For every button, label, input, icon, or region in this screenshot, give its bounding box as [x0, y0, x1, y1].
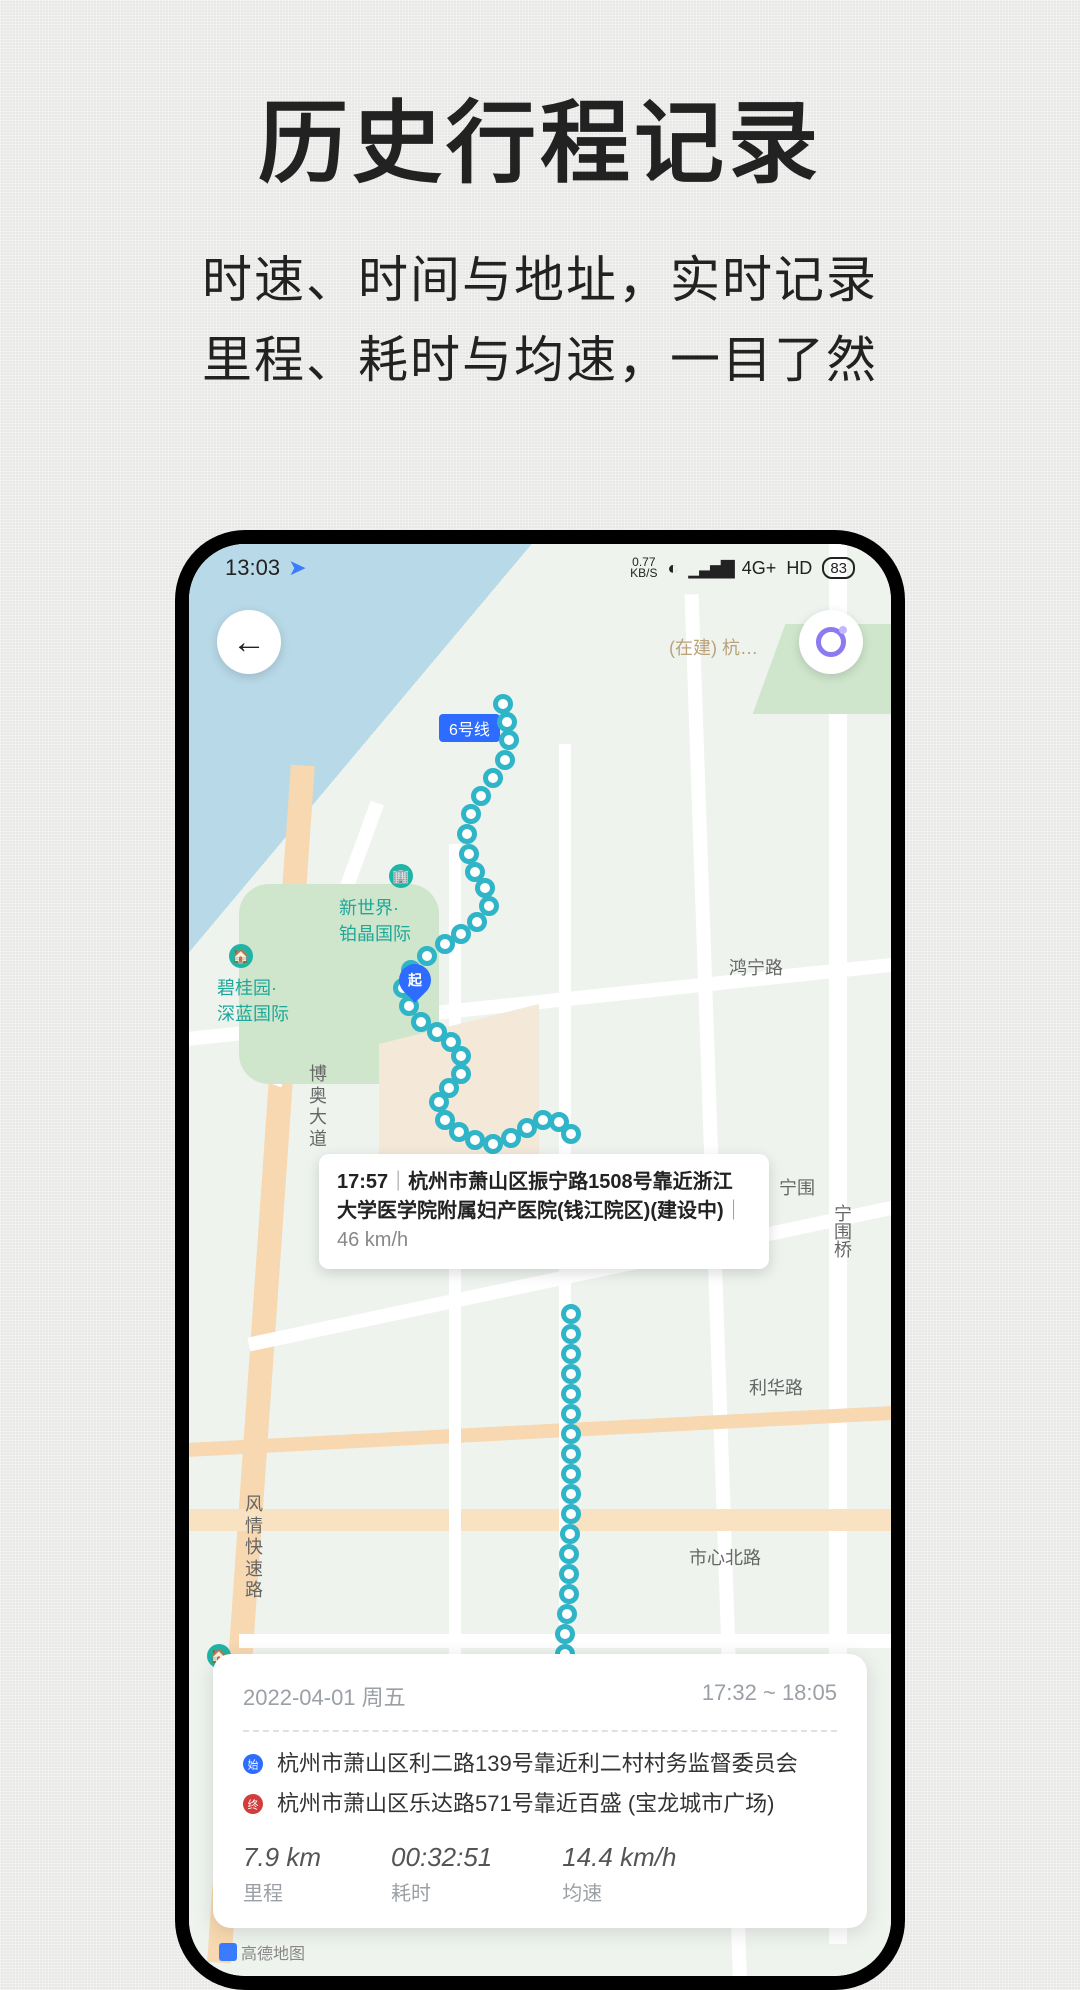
route-dot [461, 804, 481, 824]
callout-speed: 46 km/h [337, 1229, 408, 1251]
trip-start-row: 始 杭州市萧山区利二路139号靠近利二村村务监督委员会 [243, 1748, 837, 1780]
stat-avg-speed: 14.4 km/h 均速 [562, 1842, 676, 1906]
route-dot [429, 1092, 449, 1112]
route-dot [561, 1384, 581, 1404]
trip-end-row: 终 杭州市萧山区乐达路571号靠近百盛 (宝龙城市广场) [243, 1788, 837, 1820]
route-dot [561, 1304, 581, 1324]
route-dot [465, 1130, 485, 1150]
route-dot [557, 1604, 577, 1624]
callout-time: 17:57 [337, 1171, 388, 1193]
route-dot [561, 1424, 581, 1444]
start-dot-icon: 始 [243, 1754, 263, 1774]
trip-summary-card[interactable]: 2022-04-01 周五 17:32 ~ 18:05 始 杭州市萧山区利二路1… [213, 1654, 867, 1928]
route-dot [499, 730, 519, 750]
route-dot [559, 1584, 579, 1604]
route-dot [561, 1324, 581, 1344]
route-dot [561, 1504, 581, 1524]
status-bar: 13:03 ➤ 0.77 KB/S ◐ ▁▃▅▇ 4G+ HD 83 [189, 544, 891, 592]
map-attribution-text: 高德地图 [241, 1940, 305, 1964]
subtitle-line-2: 里程、耗时与均速，一目了然 [0, 320, 1080, 400]
route-dot [457, 824, 477, 844]
route-dot [555, 1624, 575, 1644]
status-time: 13:03 [225, 555, 280, 581]
page-subtitle: 时速、时间与地址，实时记录 里程、耗时与均速，一目了然 [0, 240, 1080, 400]
net-speed-unit: KB/S [630, 568, 657, 579]
trip-time-range: 17:32 ~ 18:05 [702, 1680, 837, 1712]
hd-label: HD [786, 558, 812, 579]
map-attribution: 高德地图 [219, 1940, 305, 1964]
route-dot [560, 1524, 580, 1544]
arrow-left-icon: ← [232, 623, 266, 662]
callout-sep: ｜ [724, 1200, 744, 1222]
phone-frame: 13:03 ➤ 0.77 KB/S ◐ ▁▃▅▇ 4G+ HD 83 [175, 530, 905, 1990]
route-dot [483, 1134, 503, 1154]
waypoint-callout[interactable]: 17:57｜杭州市萧山区振宁路1508号靠近浙江大学医学院附属妇产医院(钱江院区… [319, 1154, 769, 1269]
phone-screen: 13:03 ➤ 0.77 KB/S ◐ ▁▃▅▇ 4G+ HD 83 [189, 544, 891, 1976]
trip-date: 2022-04-01 周五 [243, 1680, 406, 1712]
route-dot [561, 1364, 581, 1384]
trip-stats: 7.9 km 里程 00:32:51 耗时 14.4 km/h 均速 [243, 1842, 837, 1906]
route-dot [471, 786, 491, 806]
subtitle-line-1: 时速、时间与地址，实时记录 [0, 240, 1080, 320]
route-dot [561, 1404, 581, 1424]
target-icon [816, 627, 846, 657]
trip-end-address: 杭州市萧山区乐达路571号靠近百盛 (宝龙城市广场) [277, 1788, 774, 1820]
callout-sep: ｜ [388, 1171, 408, 1193]
stat-avg-speed-value: 14.4 km/h [562, 1842, 676, 1873]
stat-avg-speed-label: 均速 [562, 1877, 676, 1906]
route-dot [561, 1484, 581, 1504]
route-dot [417, 946, 437, 966]
route-dot [459, 844, 479, 864]
route-dot [559, 1544, 579, 1564]
back-button[interactable]: ← [217, 610, 281, 674]
stat-distance-label: 里程 [243, 1877, 321, 1906]
signal-type: 4G+ [742, 558, 777, 579]
route-dot [451, 1046, 471, 1066]
route-dot [493, 694, 513, 714]
route-dot [561, 1444, 581, 1464]
stat-duration-value: 00:32:51 [391, 1842, 492, 1873]
amap-logo-icon [219, 1943, 237, 1961]
moon-icon: ◐ [668, 558, 679, 579]
battery-indicator: 83 [822, 557, 855, 579]
trip-start-address: 杭州市萧山区利二路139号靠近利二村村务监督委员会 [277, 1748, 798, 1780]
divider [243, 1730, 837, 1732]
route-dot [561, 1464, 581, 1484]
net-speed: 0.77 KB/S [630, 557, 657, 579]
stat-duration-label: 耗时 [391, 1877, 492, 1906]
signal-icon: ▁▃▅▇ [688, 558, 731, 579]
route-dot [497, 712, 517, 732]
route-dot [435, 934, 455, 954]
route-dot [559, 1564, 579, 1584]
route-dot [561, 1124, 581, 1144]
route-dot [483, 768, 503, 788]
location-icon: ➤ [288, 555, 306, 581]
route-dot [561, 1344, 581, 1364]
stat-distance: 7.9 km 里程 [243, 1842, 321, 1906]
recenter-button[interactable] [799, 610, 863, 674]
end-dot-icon: 终 [243, 1794, 263, 1814]
page-title: 历史行程记录 [0, 70, 1080, 200]
stat-duration: 00:32:51 耗时 [391, 1842, 492, 1906]
stat-distance-value: 7.9 km [243, 1842, 321, 1873]
route-dot [475, 878, 495, 898]
route-dot [495, 750, 515, 770]
